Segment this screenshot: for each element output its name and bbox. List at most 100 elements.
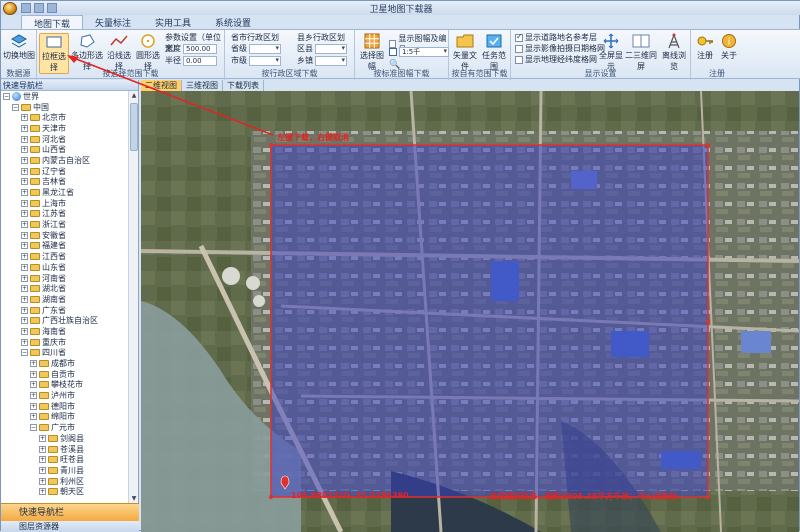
tree-item[interactable]: + 河南省 xyxy=(1,273,129,284)
expand-icon[interactable]: + xyxy=(39,456,46,464)
tree-item[interactable]: + 山西省 xyxy=(1,144,129,155)
expand-icon[interactable]: + xyxy=(39,434,46,442)
tree-item[interactable]: + 青川县 xyxy=(1,465,129,476)
expand-icon[interactable]: + xyxy=(21,274,28,282)
expand-icon[interactable]: + xyxy=(30,370,37,378)
tab-2d-view[interactable]: 二维视图 xyxy=(141,80,182,91)
circle-select-button[interactable]: 圆形选择 xyxy=(134,33,162,72)
expand-icon[interactable]: + xyxy=(39,477,46,485)
tree-item[interactable]: + 黑龙江省 xyxy=(1,187,129,198)
tree-item[interactable]: + 山东省 xyxy=(1,262,129,273)
capture-date-checkbox[interactable] xyxy=(515,44,523,53)
expand-icon[interactable]: + xyxy=(21,306,28,314)
tree-item[interactable]: + 河北省 xyxy=(1,134,129,145)
expand-icon[interactable]: + xyxy=(21,285,28,293)
expand-icon[interactable]: + xyxy=(21,317,28,325)
tree-item[interactable]: + 浙江省 xyxy=(1,219,129,230)
tab-3d-view[interactable]: 三维视图 xyxy=(182,80,223,91)
tab-download-list[interactable]: 下载列表 xyxy=(223,80,264,91)
expand-icon[interactable]: + xyxy=(30,413,37,421)
tab-map-download[interactable]: 地图下载 xyxy=(21,15,84,30)
expand-icon[interactable]: + xyxy=(21,178,28,186)
tree-item[interactable]: + 湖南省 xyxy=(1,294,129,305)
expand-icon[interactable]: + xyxy=(21,135,28,143)
tree-item[interactable]: + 内蒙古自治区 xyxy=(1,155,129,166)
expand-icon[interactable]: + xyxy=(21,156,28,164)
expand-icon[interactable]: + xyxy=(21,295,28,303)
collapse-icon[interactable]: − xyxy=(30,424,37,432)
switch-map-button[interactable]: 切换地图 xyxy=(3,33,35,61)
tree-item[interactable]: + 绵阳市 xyxy=(1,412,129,423)
town-select[interactable] xyxy=(315,55,347,66)
tab-system-settings[interactable]: 系统设置 xyxy=(203,15,263,29)
collapse-icon[interactable]: − xyxy=(3,92,10,100)
tree-item[interactable]: − 广元市 xyxy=(1,422,129,433)
expand-icon[interactable]: + xyxy=(30,360,37,368)
province-select[interactable] xyxy=(249,43,281,54)
collapse-icon[interactable]: − xyxy=(21,349,28,357)
register-button[interactable]: 注册 xyxy=(693,33,717,61)
district-select[interactable] xyxy=(315,43,347,54)
tree-item[interactable]: + 辽宁省 xyxy=(1,166,129,177)
tree-item[interactable]: − 中国 xyxy=(1,102,129,113)
tree-item[interactable]: + 自贡市 xyxy=(1,369,129,380)
fullscreen-button[interactable]: 全屏显示 xyxy=(597,33,625,72)
tree-item[interactable]: + 江苏省 xyxy=(1,209,129,220)
expand-icon[interactable]: + xyxy=(21,253,28,261)
split-screen-button[interactable]: 二三维同屏 xyxy=(625,33,657,72)
tree-item[interactable]: + 剑阁县 xyxy=(1,433,129,444)
tree-item[interactable]: + 天津市 xyxy=(1,123,129,134)
expand-icon[interactable]: + xyxy=(21,221,28,229)
line-select-button[interactable]: 沿线选择 xyxy=(105,33,133,72)
offline-browse-button[interactable]: 离线浏览 xyxy=(659,33,689,72)
tree-item[interactable]: + 上海市 xyxy=(1,198,129,209)
expand-icon[interactable]: + xyxy=(21,114,28,122)
tree-item[interactable]: + 广东省 xyxy=(1,305,129,316)
city-select[interactable] xyxy=(249,55,281,66)
expand-icon[interactable]: + xyxy=(21,124,28,132)
expand-icon[interactable]: + xyxy=(39,466,46,474)
tree-item[interactable]: + 苍溪县 xyxy=(1,444,129,455)
expand-icon[interactable]: + xyxy=(39,488,46,496)
expand-icon[interactable]: + xyxy=(30,402,37,410)
quick-nav-bar-button[interactable]: 快速导航栏 xyxy=(1,503,139,521)
satellite-map[interactable] xyxy=(141,91,799,532)
radius-input[interactable]: 0.00 xyxy=(183,55,217,66)
expand-icon[interactable]: + xyxy=(21,231,28,239)
tree-item[interactable]: + 湖北省 xyxy=(1,283,129,294)
expand-icon[interactable]: + xyxy=(21,189,28,197)
road-labels-checkbox[interactable] xyxy=(515,32,523,42)
scroll-thumb[interactable] xyxy=(130,103,138,151)
expand-icon[interactable]: + xyxy=(21,199,28,207)
tree-item[interactable]: + 朝天区 xyxy=(1,486,129,497)
sheet-select-button[interactable]: 选择图幅 xyxy=(357,33,387,72)
tree-item[interactable]: + 广西壮族自治区 xyxy=(1,315,129,326)
layer-resource-button[interactable]: 图层资源器 xyxy=(1,521,139,532)
tree-item[interactable]: + 泸州市 xyxy=(1,390,129,401)
expand-icon[interactable]: + xyxy=(21,327,28,335)
tree-item[interactable]: + 重庆市 xyxy=(1,337,129,348)
about-button[interactable]: i 关于 xyxy=(717,33,741,61)
expand-icon[interactable]: + xyxy=(21,210,28,218)
collapse-icon[interactable]: − xyxy=(12,103,19,111)
vector-file-button[interactable]: 矢量文件 xyxy=(451,33,479,72)
expand-icon[interactable]: + xyxy=(21,338,28,346)
tree-item[interactable]: + 吉林省 xyxy=(1,177,129,188)
latlon-grid-checkbox[interactable] xyxy=(515,55,523,64)
scale-select[interactable]: 1:5千 xyxy=(399,47,449,57)
tree-item[interactable]: + 北京市 xyxy=(1,112,129,123)
expand-icon[interactable]: + xyxy=(30,381,37,389)
tree-item[interactable]: − 四川省 xyxy=(1,348,129,359)
tab-vector-annotation[interactable]: 矢量标注 xyxy=(83,15,143,29)
tree-item[interactable]: + 福建省 xyxy=(1,241,129,252)
expand-icon[interactable]: + xyxy=(21,263,28,271)
expand-icon[interactable]: + xyxy=(21,242,28,250)
scroll-up-icon[interactable]: ▲ xyxy=(130,92,138,101)
expand-icon[interactable]: + xyxy=(30,392,37,400)
tree-item[interactable]: + 德阳市 xyxy=(1,401,129,412)
tree-vertical-scrollbar[interactable]: ▲ ▼ xyxy=(128,91,138,505)
tree-item[interactable]: + 江西省 xyxy=(1,251,129,262)
polygon-select-button[interactable]: 多边形选择 xyxy=(71,33,103,72)
tree-item[interactable]: + 安徽省 xyxy=(1,230,129,241)
tree-item[interactable]: − 世界 xyxy=(1,91,129,102)
